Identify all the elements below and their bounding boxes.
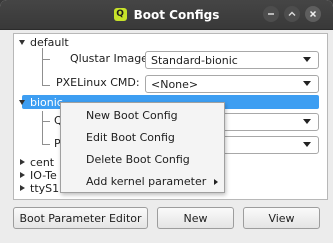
tree-node-label: cent [30,156,55,169]
chevron-down-icon [303,119,311,124]
menu-item-edit-boot-config[interactable]: Edit Boot Config [86,130,175,146]
close-button[interactable] [305,6,321,22]
qlustar-image-select[interactable]: Standard-bionic [145,51,319,69]
expand-arrow-icon[interactable] [20,185,25,191]
maximize-button[interactable] [284,6,300,22]
app-icon: Q [113,8,127,21]
tree-connector [42,59,50,60]
minimize-button[interactable] [263,6,279,22]
submenu-arrow-icon [214,179,218,185]
boot-configs-window: Q Boot Configs default Qlustar Image: St… [0,0,333,243]
button-label: View [268,211,295,225]
app-icon-letter: Q [116,9,124,19]
tree-node-label: default [30,36,69,49]
chevron-down-icon [303,57,311,62]
menu-item-add-kernel-parameter[interactable]: Add kernel parameter [86,174,206,190]
tree-connector [42,85,50,86]
pxelinux-cmd-value: <None> [151,77,199,91]
chevron-down-icon [303,142,311,147]
button-label: Boot Parameter Editor [19,211,142,225]
tree-node-label: bionic [30,96,63,109]
chevron-down-icon [303,81,311,86]
qlustar-image-value: Standard-bionic [151,53,238,67]
tree-connector [42,121,50,122]
menu-item-label: Edit Boot Config [86,131,175,144]
expand-arrow-icon[interactable] [20,172,25,178]
minimize-icon [268,13,274,15]
tree-connector [42,111,43,145]
tree-connector [42,144,50,145]
expand-arrow-icon[interactable] [19,40,25,45]
pxelinux-cmd-select[interactable]: <None> [145,75,319,93]
field-label-pxelinux-cmd: PXELinux CMD: [56,76,140,89]
context-menu: New Boot Config Edit Boot Config Delete … [60,102,225,193]
expand-arrow-icon[interactable] [20,159,25,165]
tree-connector [42,48,43,86]
close-icon [309,10,317,18]
menu-item-new-boot-config[interactable]: New Boot Config [86,108,178,124]
maximize-icon [288,11,296,16]
button-label: New [183,211,208,225]
view-button[interactable]: View [243,207,320,229]
tree-node-label: ttyS1 [30,182,60,195]
menu-item-label: New Boot Config [86,109,178,122]
menu-item-label: Delete Boot Config [86,153,190,166]
menu-item-label: Add kernel parameter [86,175,207,188]
expand-arrow-icon[interactable] [19,100,25,105]
title-bar[interactable]: Q Boot Configs [0,0,333,30]
menu-item-delete-boot-config[interactable]: Delete Boot Config [86,152,190,168]
field-label-qlustar-image: Qlustar Image: [70,52,152,65]
new-button[interactable]: New [157,207,234,229]
tree-node-label: IO-Te [30,169,57,182]
boot-parameter-editor-button[interactable]: Boot Parameter Editor [13,207,148,229]
window-title: Boot Configs [133,7,220,22]
